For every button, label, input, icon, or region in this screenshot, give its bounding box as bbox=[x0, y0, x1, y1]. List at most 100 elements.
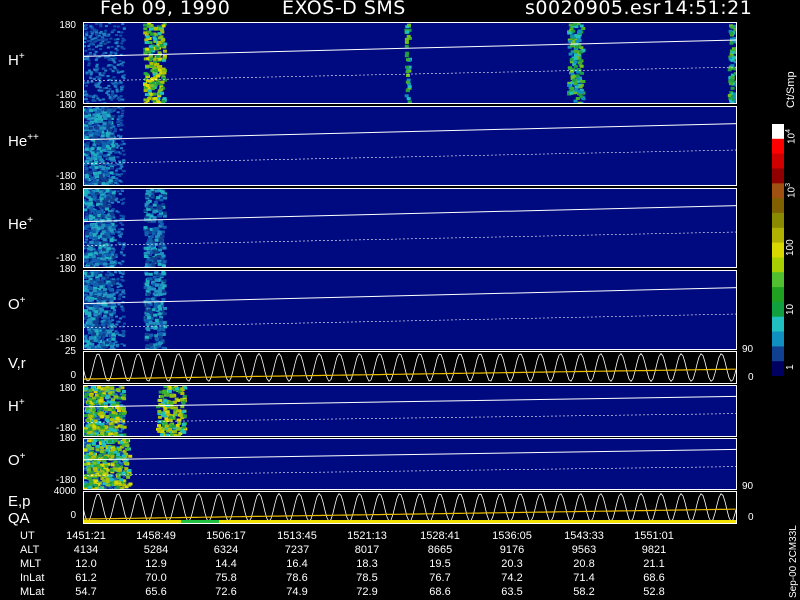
spectrogram-cell bbox=[108, 440, 112, 444]
spectrogram-cell bbox=[182, 394, 187, 398]
spectrogram-cell bbox=[153, 256, 158, 260]
colorbar-swatch bbox=[772, 272, 784, 288]
spectrogram-cell bbox=[730, 64, 735, 68]
spectrogram-cell bbox=[84, 387, 89, 391]
spectrogram-cell bbox=[90, 192, 95, 196]
spectrogram-cell bbox=[120, 112, 124, 115]
spectrogram-cell bbox=[147, 316, 151, 320]
spectrogram-cell bbox=[105, 254, 110, 257]
spectrogram-cell bbox=[160, 28, 164, 32]
spectrogram-cell bbox=[145, 47, 150, 51]
spectrogram-cell bbox=[95, 396, 100, 400]
spectrogram-cell bbox=[109, 313, 114, 317]
spectrogram-cell bbox=[120, 115, 124, 118]
spectrogram-cell bbox=[92, 180, 97, 183]
spectrogram-cell bbox=[573, 57, 578, 61]
spectrogram-cell bbox=[146, 328, 151, 332]
spectrogram-cell bbox=[147, 287, 152, 291]
spectrogram-cell bbox=[114, 172, 118, 175]
spectrogram-cell bbox=[103, 115, 107, 119]
spectrogram-cell bbox=[98, 89, 102, 92]
spectrogram-cell bbox=[405, 51, 410, 55]
spectrogram-cell bbox=[89, 73, 93, 76]
spectrogram-cell bbox=[99, 48, 103, 51]
spectrogram-cell bbox=[730, 58, 735, 62]
spectrogram-cell bbox=[109, 288, 114, 292]
spectrogram-cell bbox=[98, 307, 103, 311]
spectrogram-cell bbox=[149, 57, 154, 61]
spectrogram-cell bbox=[143, 255, 148, 258]
spectrogram-cell bbox=[97, 130, 102, 134]
spectrogram-cell bbox=[93, 171, 97, 175]
spectrogram-cell bbox=[92, 230, 97, 234]
spectrogram-cell bbox=[122, 295, 126, 298]
spectrogram-cell bbox=[121, 64, 124, 67]
spectrogram-cell bbox=[85, 144, 90, 148]
spectrogram-cell bbox=[144, 93, 149, 97]
footer-code: Sep-00 2CM33L bbox=[788, 525, 799, 598]
spectrogram-cell bbox=[94, 430, 98, 433]
spectrogram-cell bbox=[105, 334, 109, 337]
spectrogram-cell bbox=[101, 240, 106, 244]
spectrogram-cell bbox=[113, 128, 117, 131]
table-cell: 1513:45 bbox=[277, 530, 317, 542]
spectrogram-cell bbox=[161, 290, 166, 293]
spectrogram-cell bbox=[84, 393, 89, 396]
spectrogram-cell bbox=[111, 191, 116, 195]
spectrogram-cell bbox=[99, 23, 103, 26]
spectrogram-cell bbox=[116, 144, 120, 147]
spectrogram-cell bbox=[148, 41, 153, 45]
spectrogram-cell bbox=[405, 65, 410, 69]
spectrogram-cell bbox=[158, 318, 163, 321]
colorbar-tick-10000: 104 bbox=[785, 128, 798, 144]
spectrogram-cell bbox=[85, 71, 89, 74]
spectrogram-cell bbox=[730, 75, 735, 79]
spectrogram-cell bbox=[95, 63, 99, 66]
panel-canvas bbox=[83, 491, 737, 524]
spectrogram-cell bbox=[89, 206, 94, 210]
spectrogram-cell bbox=[100, 394, 105, 398]
spectrogram-cell bbox=[162, 260, 167, 264]
spectrogram-cell bbox=[121, 272, 125, 275]
spectrogram-cell bbox=[106, 394, 110, 398]
table-cell: 74.9 bbox=[286, 586, 308, 598]
table-cell: 4134 bbox=[73, 544, 99, 556]
spectrogram-cell bbox=[169, 393, 174, 397]
spectrogram-cell bbox=[121, 290, 125, 293]
spectrogram-cell bbox=[89, 30, 93, 33]
spectrogram-cell bbox=[110, 428, 115, 432]
spectrogram-cell bbox=[120, 189, 124, 192]
spectrogram-cell bbox=[91, 98, 95, 101]
spectrogram-cell bbox=[90, 71, 94, 74]
spectrogram-cell bbox=[181, 422, 186, 426]
spectrogram-cell bbox=[106, 204, 111, 208]
spectrogram-cell bbox=[151, 244, 156, 248]
spectrogram-cell bbox=[160, 339, 165, 343]
spectrogram-cell bbox=[93, 236, 98, 240]
spectrogram-cell bbox=[84, 241, 88, 244]
spectrogram-cell bbox=[115, 401, 120, 405]
spectrogram-cell bbox=[121, 330, 125, 332]
table-cell: 1536:05 bbox=[492, 530, 532, 542]
table-cell: 21.1 bbox=[643, 558, 665, 570]
table-cell: 52.8 bbox=[643, 586, 665, 598]
spectrogram-cell bbox=[122, 270, 125, 273]
spectrogram-cell bbox=[96, 35, 99, 38]
table-cell: 61.2 bbox=[75, 572, 97, 584]
spectrogram-cell bbox=[112, 59, 116, 62]
spectrogram-cell bbox=[91, 441, 96, 445]
spectrogram-cell bbox=[84, 169, 89, 173]
panel-label-he-plus-plus: He++ bbox=[8, 132, 39, 150]
spectrogram-cell bbox=[121, 454, 126, 458]
spectrogram-cell bbox=[99, 44, 103, 47]
spectrogram-cell bbox=[120, 124, 124, 127]
spectrogram-cell bbox=[97, 465, 102, 469]
spectrogram-cell bbox=[145, 242, 150, 246]
table-cell: 68.6 bbox=[429, 586, 451, 598]
spectrogram-cell bbox=[95, 45, 98, 48]
spectrogram-cell bbox=[159, 433, 164, 437]
spectrogram-cell bbox=[105, 480, 110, 483]
spectrogram-cell bbox=[89, 53, 93, 56]
spectrogram-cell bbox=[105, 422, 109, 425]
spectrogram-cell bbox=[116, 111, 120, 114]
